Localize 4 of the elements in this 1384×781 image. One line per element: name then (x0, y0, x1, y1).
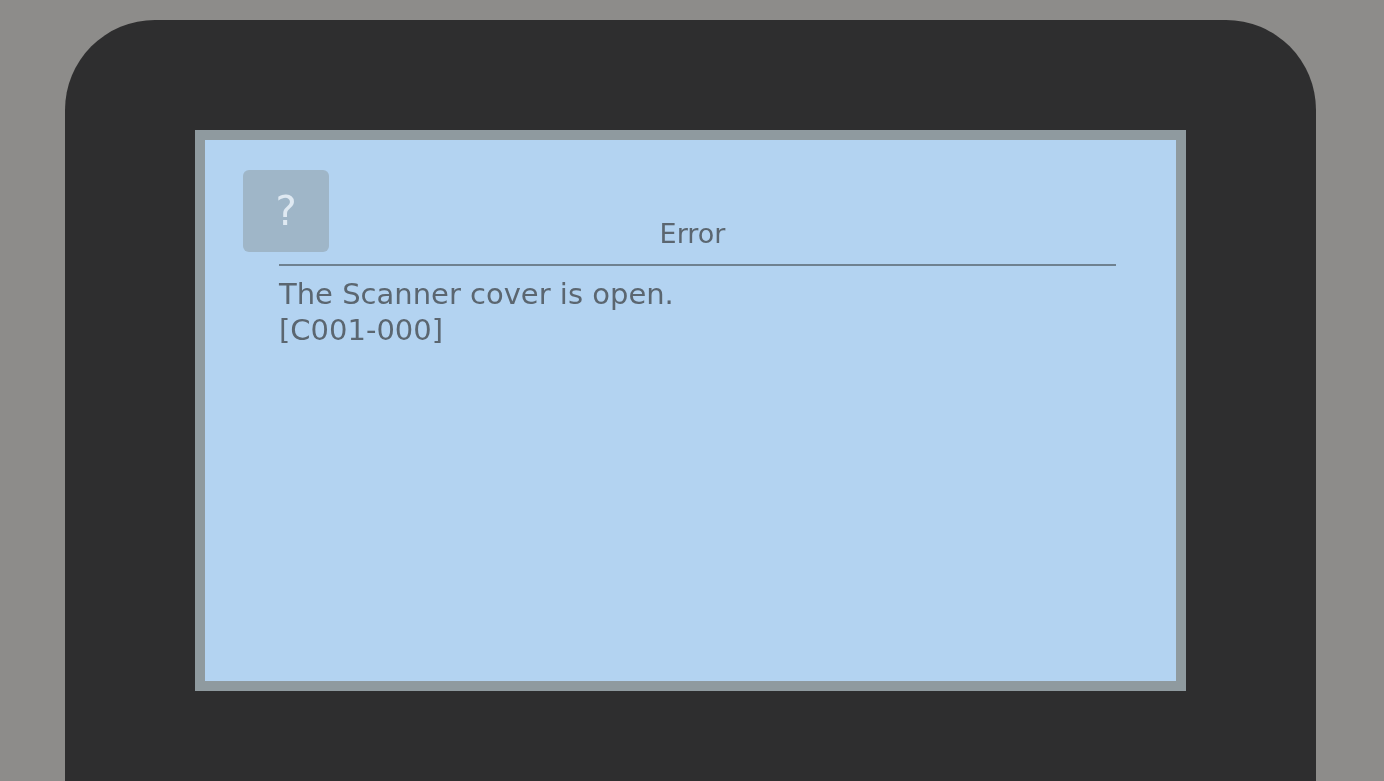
help-button[interactable]: ? (243, 170, 329, 252)
error-message: [C001-000] (279, 312, 444, 348)
dialog-title: Error (658, 217, 727, 249)
error-message: The Scanner cover is open. (279, 276, 674, 312)
